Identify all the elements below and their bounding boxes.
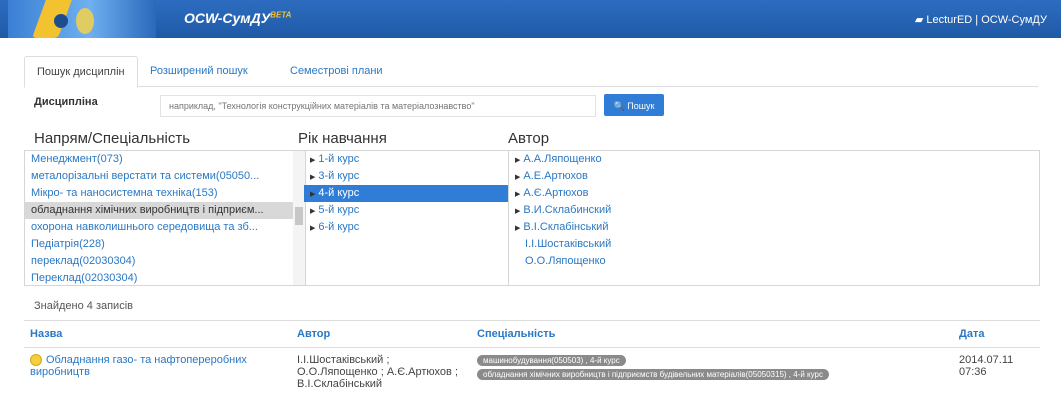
- beta-label: BETA: [270, 10, 292, 20]
- specialty-item-selected[interactable]: обладнання хімічних виробництв і підприє…: [25, 202, 305, 219]
- year-item[interactable]: ▶ 3-й курс: [304, 168, 508, 185]
- tab-search-disciplines[interactable]: Пошук дисциплін: [24, 56, 138, 88]
- author-item[interactable]: І.І.Шостаківський: [509, 236, 1039, 253]
- book-icon: ▰: [914, 14, 924, 26]
- specialty-item[interactable]: Педіатрія(228): [25, 236, 305, 253]
- result-specialty-cell: машинобудування(050503) , 4-й курс облад…: [471, 348, 953, 397]
- author-item[interactable]: ▶ А.А.Ляпощенко: [509, 151, 1039, 168]
- year-item[interactable]: ▶ 6-й курс: [304, 219, 508, 236]
- specialty-item[interactable]: Переклад(02030304): [25, 270, 305, 285]
- column-header-author[interactable]: Автор: [291, 320, 471, 348]
- discipline-search-input[interactable]: [160, 95, 596, 117]
- author-item[interactable]: О.О.Ляпощенко: [509, 253, 1039, 270]
- arrow-icon: ▶: [310, 225, 316, 232]
- specialty-header: Напрям/Спеціальність: [34, 130, 191, 147]
- specialty-item[interactable]: охорона навколишнього середовища та зб..…: [25, 219, 305, 236]
- top-bar: OCW-СумДУBETA ▰ LecturED | OCW-СумДУ: [0, 0, 1061, 38]
- arrow-icon: ▶: [515, 157, 521, 164]
- year-item[interactable]: ▶ 5-й курс: [304, 202, 508, 219]
- author-listbox[interactable]: ▶ А.А.Ляпощенко ▶ А.Е.Артюхов ▶ А.Є.Артюхов…: [508, 150, 1040, 286]
- logo-shape: [54, 14, 68, 28]
- result-date-cell: 2014.07.11 07:36: [959, 354, 1014, 378]
- result-name-cell: Обладнання газо- та нафтопереробних виро…: [24, 348, 291, 397]
- scroll-thumb[interactable]: [295, 207, 303, 225]
- tab-advanced-search[interactable]: Розширений пошук: [138, 56, 260, 86]
- arrow-icon: ▶: [515, 174, 521, 181]
- search-button[interactable]: 🔍 Пошук: [604, 94, 664, 116]
- header-right-text[interactable]: LecturED | OCW-СумДУ: [926, 14, 1047, 26]
- search-icon: 🔍: [613, 101, 625, 111]
- result-author-cell: І.І.Шостаківський ; О.О.Ляпощенко ; А.Є.…: [297, 354, 458, 390]
- arrow-icon: ▶: [310, 208, 316, 215]
- arrow-icon: ▶: [310, 174, 316, 181]
- specialty-item[interactable]: металорізальні верстати та системи(05050…: [25, 168, 305, 185]
- author-item[interactable]: ▶ А.Є.Артюхов: [509, 185, 1039, 202]
- brand-title[interactable]: OCW-СумДУBETA: [184, 10, 291, 26]
- specialty-badge: машинобудування(050503) , 4-й курс: [477, 355, 626, 366]
- specialty-badge: обладнання хімічних виробництв і підприє…: [477, 369, 829, 380]
- logo[interactable]: [8, 0, 156, 38]
- tab-bar: Пошук дисциплін Розширений пошук Семестр…: [24, 56, 1038, 88]
- results-count: Знайдено 4 записів: [34, 300, 133, 312]
- arrow-icon: ▶: [515, 208, 521, 215]
- arrow-icon: ▶: [310, 157, 316, 164]
- author-item[interactable]: ▶ В.И.Склабинский: [509, 202, 1039, 219]
- author-header: Автор: [508, 130, 550, 147]
- tab-semester-plans[interactable]: Семестрові плани: [278, 56, 395, 86]
- year-item[interactable]: ▶ 1-й курс: [304, 151, 508, 168]
- year-item-selected[interactable]: ▶ 4-й курс: [304, 185, 508, 202]
- results-table: Назва Автор Спеціальність Дата Обладнанн…: [24, 320, 1040, 396]
- author-item[interactable]: ▶ А.Е.Артюхов: [509, 168, 1039, 185]
- search-button-label: Пошук: [627, 101, 655, 111]
- arrow-icon: ▶: [515, 225, 521, 232]
- specialty-item[interactable]: Мікро- та наносистемна техніка(153): [25, 185, 305, 202]
- header-right-links[interactable]: ▰ LecturED | OCW-СумДУ: [915, 13, 1047, 26]
- year-listbox[interactable]: ▶ 1-й курс ▶ 3-й курс ▶ 4-й курс ▶ 5-й курс …: [304, 150, 508, 286]
- year-header: Рік навчання: [298, 130, 387, 147]
- column-header-date[interactable]: Дата: [953, 320, 1040, 348]
- column-header-specialty[interactable]: Спеціальність: [471, 320, 953, 348]
- column-header-name[interactable]: Назва: [24, 320, 291, 348]
- logo-shape: [76, 8, 94, 34]
- document-icon: [30, 354, 42, 367]
- arrow-icon: ▶: [515, 191, 521, 198]
- specialty-item[interactable]: Менеджмент(073): [25, 151, 305, 168]
- author-item[interactable]: ▶ В.І.Склабінський: [509, 219, 1039, 236]
- result-title-link[interactable]: Обладнання газо- та нафтопереробних виро…: [30, 354, 247, 378]
- specialty-item[interactable]: переклад(02030304): [25, 253, 305, 270]
- discipline-label: Дисципліна: [34, 96, 98, 108]
- arrow-icon: ▶: [310, 191, 316, 198]
- table-row: Обладнання газо- та нафтопереробних виро…: [24, 348, 1040, 397]
- specialty-listbox[interactable]: Менеджмент(073) металорізальні верстати …: [24, 150, 306, 286]
